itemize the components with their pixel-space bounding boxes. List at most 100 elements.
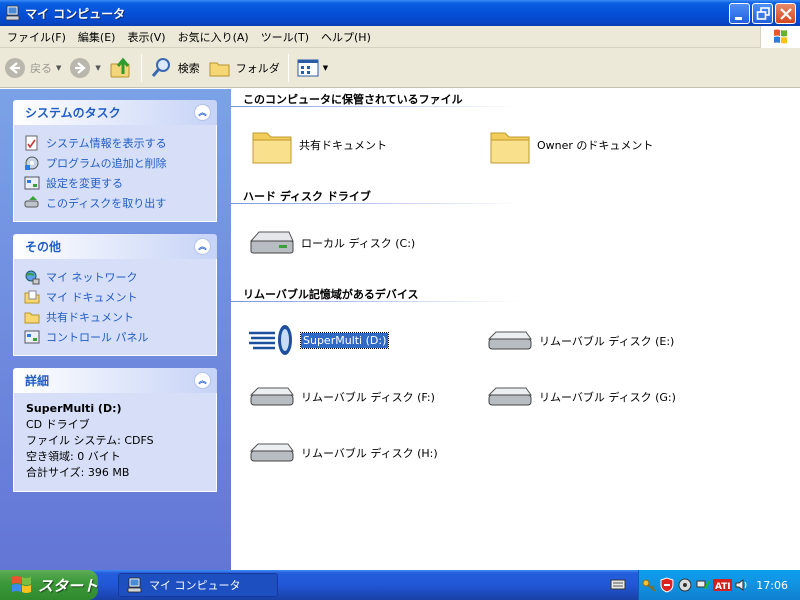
search-button[interactable]: 検索	[146, 51, 204, 85]
removable-disk-icon	[487, 331, 532, 350]
link-shared-documents[interactable]: 共有ドキュメント	[24, 307, 204, 327]
details-header[interactable]: 詳細 ︽	[13, 368, 217, 393]
section-divider	[231, 106, 521, 107]
windows-logo-icon	[760, 26, 800, 48]
network-icon	[25, 270, 40, 285]
chevron-down-icon: ▼	[322, 63, 329, 72]
chevron-down-icon: ▼	[56, 63, 62, 72]
details-name: SuperMulti (D:)	[26, 402, 122, 415]
clock[interactable]: 17:06	[756, 579, 788, 592]
task-add-remove-programs[interactable]: プログラムの追加と削除	[24, 153, 204, 173]
other-places-panel: その他 ︽ マイ ネットワーク マイ ドキュメント 共有ドキュメント コントロー…	[13, 234, 217, 356]
section-files-header: このコンピュータに保管されているファイル	[243, 93, 463, 106]
menu-favorites[interactable]: お気に入り(A)	[173, 29, 254, 45]
up-folder-icon	[110, 57, 130, 77]
add-remove-programs-icon	[25, 156, 39, 170]
system-tasks-panel: システムのタスク ︽ システム情報を表示する プログラムの追加と削除 設定を変更…	[13, 100, 217, 222]
toolbar-separator	[140, 53, 142, 82]
cd-drive-icon	[249, 325, 292, 355]
toolbar-separator	[287, 53, 289, 82]
svg-text:ATI: ATI	[715, 582, 731, 592]
forward-button[interactable]: ▼	[65, 51, 104, 85]
window-title: マイ コンピュータ	[25, 6, 126, 21]
collapse-icon[interactable]: ︽	[194, 372, 211, 389]
security-shield-icon[interactable]	[659, 577, 675, 593]
taskbar-window-button[interactable]: マイ コンピュータ	[118, 573, 278, 597]
chevron-down-icon: ▼	[95, 63, 101, 72]
network-connection-icon[interactable]	[695, 577, 711, 593]
toolbar: 戻る ▼ ▼ 検索 フォルダ ▼	[0, 48, 800, 88]
content-pane: このコンピュータに保管されているファイル 共有ドキュメント Owner のドキュ…	[231, 89, 800, 570]
removable-disk-f[interactable]: リムーバブル ディスク (F:)	[247, 385, 435, 409]
ati-icon[interactable]: ATI	[712, 577, 733, 593]
menu-file[interactable]: ファイル(F)	[2, 29, 71, 45]
restore-button[interactable]	[752, 3, 773, 24]
task-pane: システムのタスク ︽ システム情報を表示する プログラムの追加と削除 設定を変更…	[0, 89, 231, 570]
details-type: CD ドライブ	[26, 418, 90, 431]
minimize-button[interactable]	[729, 3, 750, 24]
removable-disk-h[interactable]: リムーバブル ディスク (H:)	[247, 441, 438, 465]
search-icon	[151, 57, 170, 77]
removable-disk-g[interactable]: リムーバブル ディスク (G:)	[485, 385, 676, 409]
documents-folder-icon	[24, 290, 40, 304]
section-divider	[231, 203, 521, 204]
menu-edit[interactable]: 編集(E)	[73, 29, 121, 45]
up-folder-button[interactable]	[105, 51, 137, 85]
task-change-settings[interactable]: 設定を変更する	[24, 173, 204, 193]
owner-documents-folder[interactable]: Owner のドキュメント	[489, 125, 653, 165]
supermulti-drive-d[interactable]: SuperMulti (D:)	[247, 323, 390, 357]
other-places-header[interactable]: その他 ︽	[13, 234, 217, 259]
back-arrow-icon	[5, 57, 25, 78]
menu-tools[interactable]: ツール(T)	[256, 29, 314, 45]
removable-disk-e[interactable]: リムーバブル ディスク (E:)	[485, 329, 674, 353]
removable-disk-icon	[487, 387, 532, 406]
link-control-panel[interactable]: コントロール パネル	[24, 327, 204, 347]
taskbar: スタート マイ コンピュータ ATI 17:06	[0, 570, 800, 600]
eject-disk-icon	[24, 196, 39, 208]
collapse-icon[interactable]: ︽	[194, 238, 211, 255]
volume-icon[interactable]	[734, 577, 750, 593]
keyboard-icon[interactable]	[610, 577, 626, 591]
menu-bar: ファイル(F) 編集(E) 表示(V) お気に入り(A) ツール(T) ヘルプ(…	[0, 26, 800, 48]
close-button[interactable]	[775, 3, 796, 24]
start-button[interactable]: スタート	[0, 570, 98, 600]
key-icon[interactable]	[641, 577, 657, 593]
my-computer-icon	[5, 5, 20, 21]
section-divider	[231, 301, 521, 302]
shared-documents-folder[interactable]: 共有ドキュメント	[251, 125, 387, 165]
details-total-size: 合計サイズ: 396 MB	[26, 466, 130, 479]
folders-button[interactable]: フォルダ	[204, 51, 284, 85]
section-removable-header: リムーバブル記憶域があるデバイス	[243, 288, 419, 301]
folder-icon	[24, 312, 40, 324]
details-free-space: 空き領域: 0 バイト	[26, 450, 121, 463]
menu-view[interactable]: 表示(V)	[122, 29, 170, 45]
title-bar: マイ コンピュータ	[0, 0, 800, 26]
folder-icon	[209, 62, 230, 76]
collapse-icon[interactable]: ︽	[194, 104, 211, 121]
system-tray: ATI 17:06	[638, 570, 800, 600]
system-info-icon	[25, 135, 38, 151]
task-eject-disk[interactable]: このディスクを取り出す	[24, 193, 204, 213]
section-hdd-header: ハード ディスク ドライブ	[243, 190, 371, 203]
system-tasks-header[interactable]: システムのタスク ︽	[13, 100, 217, 125]
views-icon	[297, 59, 319, 76]
link-my-network[interactable]: マイ ネットワーク	[24, 267, 204, 287]
menu-help[interactable]: ヘルプ(H)	[316, 29, 376, 45]
windows-logo-icon	[12, 576, 31, 593]
control-panel-icon	[24, 176, 40, 190]
details-filesystem: ファイル システム: CDFS	[26, 434, 154, 447]
views-button[interactable]: ▼	[293, 51, 332, 85]
details-panel: 詳細 ︽ SuperMulti (D:) CD ドライブ ファイル システム: …	[13, 368, 217, 492]
forward-arrow-icon	[70, 57, 91, 78]
my-computer-icon	[127, 577, 142, 593]
removable-disk-icon	[249, 387, 294, 406]
hard-disk-icon	[249, 231, 294, 254]
removable-disk-icon	[249, 443, 294, 462]
local-disk-c[interactable]: ローカル ディスク (C:)	[247, 229, 415, 257]
control-panel-icon	[24, 330, 40, 344]
task-view-system-info[interactable]: システム情報を表示する	[24, 133, 204, 153]
back-button[interactable]: 戻る ▼	[0, 51, 65, 85]
folder-icon	[490, 132, 530, 164]
speaker-settings-icon[interactable]	[677, 577, 693, 593]
link-my-documents[interactable]: マイ ドキュメント	[24, 287, 204, 307]
